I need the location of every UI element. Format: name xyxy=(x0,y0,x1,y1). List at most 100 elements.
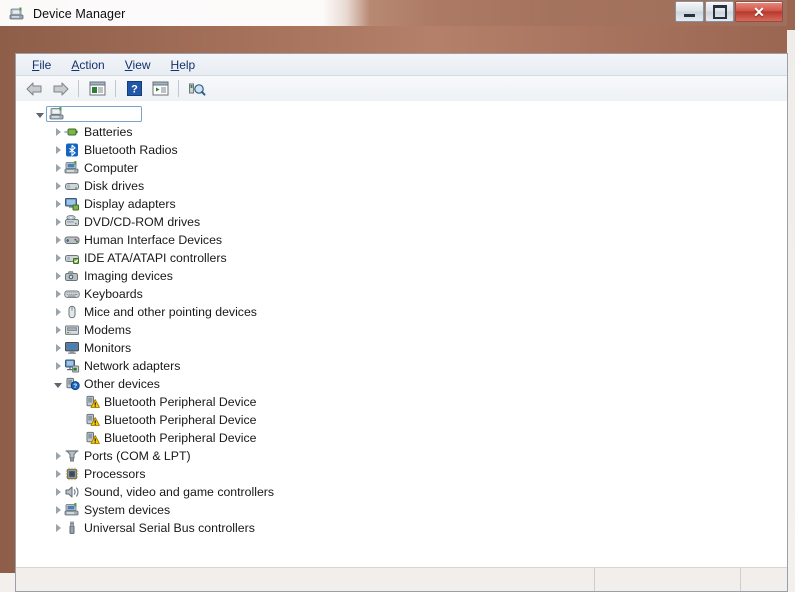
menu-help[interactable]: Help xyxy=(161,56,206,74)
svg-text:?: ? xyxy=(73,383,77,390)
chevron-right-icon[interactable] xyxy=(52,177,64,195)
title-bar[interactable]: Device Manager ✕ xyxy=(0,0,787,27)
chevron-right-icon[interactable] xyxy=(52,501,64,519)
chevron-right-icon[interactable] xyxy=(52,231,64,249)
tree-leaf-spacer xyxy=(72,393,84,411)
computer-icon xyxy=(49,106,65,122)
tree-item[interactable]: Batteries xyxy=(16,123,787,141)
tree-item-label: Bluetooth Peripheral Device xyxy=(104,395,260,409)
tree-item[interactable]: Bluetooth Radios xyxy=(16,141,787,159)
tree-item[interactable]: IDE ATA/ATAPI controllers xyxy=(16,249,787,267)
chevron-right-icon[interactable] xyxy=(52,339,64,357)
back-arrow-icon xyxy=(25,81,44,97)
root-selection-box[interactable] xyxy=(46,106,142,122)
close-button[interactable]: ✕ xyxy=(735,1,783,22)
tree-item[interactable]: System devices xyxy=(16,501,787,519)
chevron-right-glyph xyxy=(56,146,61,154)
tree-item[interactable]: Network adapters xyxy=(16,357,787,375)
maximize-button[interactable] xyxy=(705,1,734,22)
chevron-right-glyph xyxy=(56,218,61,226)
tree-item-label: Universal Serial Bus controllers xyxy=(84,521,259,535)
tree-item[interactable]: Bluetooth Peripheral Device xyxy=(16,429,787,447)
chevron-right-icon[interactable] xyxy=(52,447,64,465)
chevron-right-glyph xyxy=(56,272,61,280)
unknown-device-icon: ? xyxy=(64,376,80,392)
chevron-right-icon[interactable] xyxy=(52,141,64,159)
chevron-right-icon[interactable] xyxy=(52,465,64,483)
chevron-right-icon[interactable] xyxy=(52,267,64,285)
tree-item[interactable]: Ports (COM & LPT) xyxy=(16,447,787,465)
tree-item[interactable]: Human Interface Devices xyxy=(16,231,787,249)
menu-action[interactable]: Action xyxy=(61,56,114,74)
forward-button[interactable] xyxy=(48,78,72,100)
tree-item[interactable]: Sound, video and game controllers xyxy=(16,483,787,501)
chevron-right-icon[interactable] xyxy=(52,357,64,375)
client-area: File Action View Help xyxy=(15,53,788,592)
chevron-right-glyph xyxy=(56,182,61,190)
tree-item[interactable]: Bluetooth Peripheral Device xyxy=(16,393,787,411)
tree-item-label: Processors xyxy=(84,467,150,481)
chevron-right-icon[interactable] xyxy=(52,285,64,303)
tree-item[interactable]: Universal Serial Bus controllers xyxy=(16,519,787,537)
chevron-right-icon[interactable] xyxy=(52,321,64,339)
menu-file[interactable]: File xyxy=(22,56,61,74)
status-pane-c xyxy=(741,568,787,591)
status-pane-b xyxy=(595,568,740,591)
properties-button[interactable] xyxy=(148,78,172,100)
chevron-right-icon[interactable] xyxy=(52,303,64,321)
chevron-right-icon[interactable] xyxy=(52,159,64,177)
tree-root-row[interactable] xyxy=(16,105,787,123)
tree-item[interactable]: Keyboards xyxy=(16,285,787,303)
battery-icon xyxy=(64,124,80,140)
tree-item[interactable]: Modems xyxy=(16,321,787,339)
chevron-right-icon[interactable] xyxy=(52,213,64,231)
menu-view[interactable]: View xyxy=(115,56,161,74)
tree-item[interactable]: Monitors xyxy=(16,339,787,357)
chevron-right-glyph xyxy=(56,200,61,208)
tree-item-label: Bluetooth Peripheral Device xyxy=(104,431,260,445)
camera-icon xyxy=(64,268,80,284)
chevron-right-glyph xyxy=(56,362,61,370)
tree-item[interactable]: Processors xyxy=(16,465,787,483)
tree-item-label: Display adapters xyxy=(84,197,180,211)
chevron-right-icon[interactable] xyxy=(52,483,64,501)
chevron-down-icon[interactable] xyxy=(52,375,64,393)
tree-item[interactable]: ?Other devices xyxy=(16,375,787,393)
chevron-right-icon[interactable] xyxy=(52,195,64,213)
chevron-right-glyph xyxy=(56,452,61,460)
chevron-right-glyph xyxy=(56,164,61,172)
tree-item-label: Bluetooth Radios xyxy=(84,143,182,157)
forward-arrow-icon xyxy=(51,81,70,97)
chevron-right-icon[interactable] xyxy=(52,519,64,537)
show-hide-console-tree[interactable] xyxy=(85,78,109,100)
root-expander[interactable] xyxy=(34,105,46,123)
window-title: Device Manager xyxy=(33,7,125,21)
tree-item[interactable]: Imaging devices xyxy=(16,267,787,285)
dvd-drive-icon xyxy=(64,214,80,230)
help-button[interactable]: ? xyxy=(122,78,146,100)
tree-item[interactable]: Display adapters xyxy=(16,195,787,213)
console-tree-icon xyxy=(89,81,106,96)
minimize-button[interactable] xyxy=(675,1,704,22)
chevron-right-glyph xyxy=(56,236,61,244)
chevron-right-icon[interactable] xyxy=(52,123,64,141)
tree-item-label: Sound, video and game controllers xyxy=(84,485,278,499)
hid-icon xyxy=(64,232,80,248)
device-tree[interactable]: Batteries Bluetooth Radios Computer Disk… xyxy=(16,101,787,567)
modem-icon xyxy=(64,322,80,338)
tree-item-label: IDE ATA/ATAPI controllers xyxy=(84,251,231,265)
chevron-down-icon xyxy=(36,113,44,118)
tree-item[interactable]: Mice and other pointing devices xyxy=(16,303,787,321)
tree-item[interactable]: Bluetooth Peripheral Device xyxy=(16,411,787,429)
chevron-right-icon[interactable] xyxy=(52,249,64,267)
scan-hardware-button[interactable] xyxy=(185,78,209,100)
tree-item[interactable]: Computer xyxy=(16,159,787,177)
back-button[interactable] xyxy=(22,78,46,100)
tree-leaf-spacer xyxy=(72,411,84,429)
chevron-down-glyph xyxy=(54,383,62,388)
chevron-right-glyph xyxy=(56,488,61,496)
tree-item-label: Monitors xyxy=(84,341,135,355)
tree-item[interactable]: Disk drives xyxy=(16,177,787,195)
tree-item[interactable]: DVD/CD-ROM drives xyxy=(16,213,787,231)
status-main-pane xyxy=(16,568,594,591)
